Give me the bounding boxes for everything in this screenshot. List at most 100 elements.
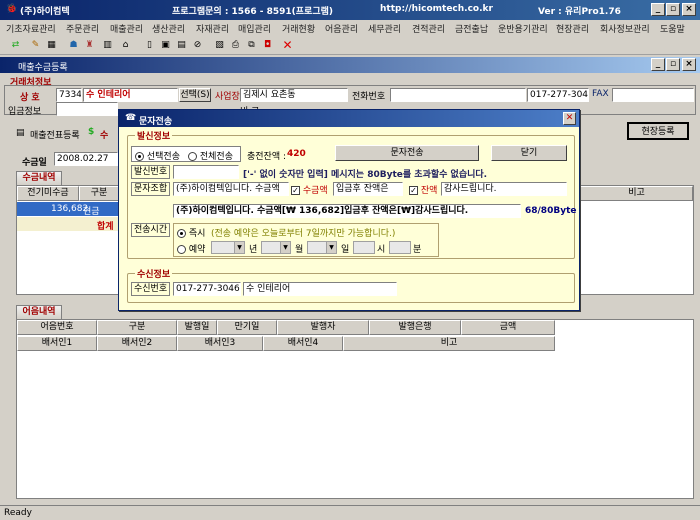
collect-date-field[interactable]: 2008.02.27: [54, 152, 118, 166]
combo-label: 문자조합: [131, 182, 171, 196]
receiver-name-field[interactable]: 수 인테리어: [243, 282, 397, 296]
print-slip-icon[interactable]: ▤: [16, 128, 25, 138]
hour-field[interactable]: [353, 241, 375, 254]
fax-label: FAX: [592, 89, 609, 99]
day-label: 일: [341, 245, 350, 255]
shirt-icon[interactable]: ♜: [82, 38, 97, 52]
menu-item[interactable]: 어음관리: [325, 22, 358, 35]
collect-date-label: 수금일: [22, 158, 47, 168]
menu-item[interactable]: 매입관리: [238, 22, 271, 35]
app-titlebar: 🐞 (주)하이컴텍 프로그램문의 : 1566 - 8591(프로그램) htt…: [0, 0, 700, 20]
dialog-title: 문자전송: [139, 117, 173, 127]
dialog-icon: ☎: [125, 113, 137, 123]
menu-item[interactable]: 거래현황: [282, 22, 315, 35]
sender-number-field[interactable]: [173, 165, 239, 179]
tab-bill[interactable]: 어음내역: [16, 305, 62, 319]
send-time-label: 전송시간: [131, 223, 171, 237]
menu-item[interactable]: 주문관리: [66, 22, 99, 35]
menu-item[interactable]: 생산관리: [152, 22, 185, 35]
table-row[interactable]: 136,682 현금: [17, 202, 119, 217]
radio-immediate[interactable]: 즉시: [177, 226, 205, 239]
receiver-number-field[interactable]: 017-277-3046: [173, 282, 241, 296]
send-sms-button[interactable]: 문자전송: [335, 145, 479, 161]
minute-field[interactable]: [389, 241, 411, 254]
client-code-field[interactable]: 7334: [56, 88, 82, 102]
receiver-section-title: 수신정보: [135, 267, 173, 280]
balance-label: 충전잔액 :: [247, 152, 287, 162]
year-select[interactable]: ▼: [211, 241, 245, 254]
combo-check-amount[interactable]: ✓ 수금액: [291, 183, 328, 196]
menu-item[interactable]: 금전출납: [455, 22, 488, 35]
radio-reserve[interactable]: 예약: [177, 242, 205, 255]
phone-field[interactable]: [390, 88, 526, 102]
grid-icon[interactable]: ▦: [44, 38, 59, 52]
maximize-icon[interactable]: ▫: [666, 3, 680, 16]
deposit-label: 입금정보: [8, 107, 42, 117]
stop-icon[interactable]: ◘: [260, 38, 275, 52]
app-icon: 🐞: [6, 4, 18, 14]
user-icon[interactable]: ☗: [66, 38, 81, 52]
fax-field[interactable]: [612, 88, 694, 102]
combo-part1-field[interactable]: (주)하이컴텍입니다. 수금액: [173, 182, 289, 196]
address-field[interactable]: 김제시 요촌동: [240, 88, 348, 102]
combo-check-balance[interactable]: ✓ 잔액: [409, 183, 437, 196]
bill-header: 발행자: [277, 320, 369, 335]
month-select[interactable]: ▼: [261, 241, 291, 254]
menu-item[interactable]: 견적관리: [412, 22, 445, 35]
hour-label: 시: [377, 245, 386, 255]
menu-item[interactable]: 도움말: [660, 22, 685, 35]
receipt-icon[interactable]: $: [88, 127, 94, 137]
sub-restore-icon[interactable]: ▫: [666, 58, 680, 71]
client-name-field[interactable]: 수 인테리어: [83, 88, 178, 102]
version-text: Ver : 유리Pro1.76: [538, 7, 621, 17]
reserve-note: (전송 예약은 오늘로부터 7일까지만 가능합니다.): [211, 229, 396, 239]
sub-close-icon[interactable]: ×: [682, 58, 696, 71]
dialog-close-icon[interactable]: ✕: [563, 112, 576, 125]
mobile-field[interactable]: 017-277-3046: [527, 88, 589, 102]
new-file-icon[interactable]: ▯: [142, 38, 157, 52]
deposit-field[interactable]: [56, 102, 118, 116]
year-label: 년: [249, 245, 258, 255]
bill-header: 배서인2: [97, 336, 177, 351]
bill-header: 발행일: [177, 320, 217, 335]
sales-slip-button[interactable]: 매출전표등록: [30, 128, 80, 141]
radio-all-send[interactable]: 전체전송: [188, 149, 233, 162]
combo-part2-field[interactable]: 입금후 잔액은: [333, 182, 403, 196]
menu-item[interactable]: 현장관리: [556, 22, 589, 35]
day-select[interactable]: ▼: [307, 241, 337, 254]
menu-item[interactable]: 자재관리: [196, 22, 229, 35]
exit-icon[interactable]: ✕: [280, 38, 295, 52]
print-icon[interactable]: ⎙: [228, 38, 243, 52]
code-label: 상 호: [20, 93, 40, 103]
close-icon[interactable]: ×: [682, 3, 696, 16]
menu-item[interactable]: 운반용기관리: [498, 22, 548, 35]
phone-label: 전화번호: [352, 92, 386, 102]
menu-item[interactable]: 매출관리: [110, 22, 143, 35]
attach-icon[interactable]: ⊘: [190, 38, 205, 52]
connect-icon[interactable]: ⇄: [8, 38, 23, 52]
tab-collect[interactable]: 수금내역: [16, 171, 62, 185]
building-icon[interactable]: ▥: [100, 38, 115, 52]
report-icon[interactable]: ▧: [212, 38, 227, 52]
select-client-button[interactable]: 선택(S): [179, 88, 211, 102]
minimize-icon[interactable]: _: [651, 3, 665, 16]
status-text: Ready: [4, 508, 32, 518]
menu-item[interactable]: 세무관리: [368, 22, 401, 35]
combo-part3-field[interactable]: 감사드립니다.: [441, 182, 567, 196]
sender-section-title: 발신정보: [135, 129, 173, 142]
receipt-label[interactable]: 수: [100, 128, 108, 141]
edit-icon[interactable]: ✎: [28, 38, 43, 52]
site-register-button[interactable]: 현장등록: [627, 122, 689, 140]
radio-selected-send[interactable]: 선택전송: [135, 149, 180, 162]
menu-item[interactable]: 기초자료관리: [6, 22, 56, 35]
bank-icon[interactable]: ⌂: [118, 38, 133, 52]
menu-item[interactable]: 회사정보관리: [600, 22, 650, 35]
close-dialog-button[interactable]: 닫기: [491, 145, 567, 161]
sub-minimize-icon[interactable]: _: [651, 58, 665, 71]
save-icon[interactable]: ▣: [158, 38, 173, 52]
bill-header: 배서인1: [17, 336, 97, 351]
receiver-number-label: 수신번호: [131, 282, 171, 296]
preview-icon[interactable]: ▤: [174, 38, 189, 52]
message-field[interactable]: (주)하이컴텍입니다. 수금액[₩ 136,682]입금후 잔액은[₩]감사드립…: [173, 204, 521, 218]
copy-icon[interactable]: ⧉: [244, 38, 259, 52]
